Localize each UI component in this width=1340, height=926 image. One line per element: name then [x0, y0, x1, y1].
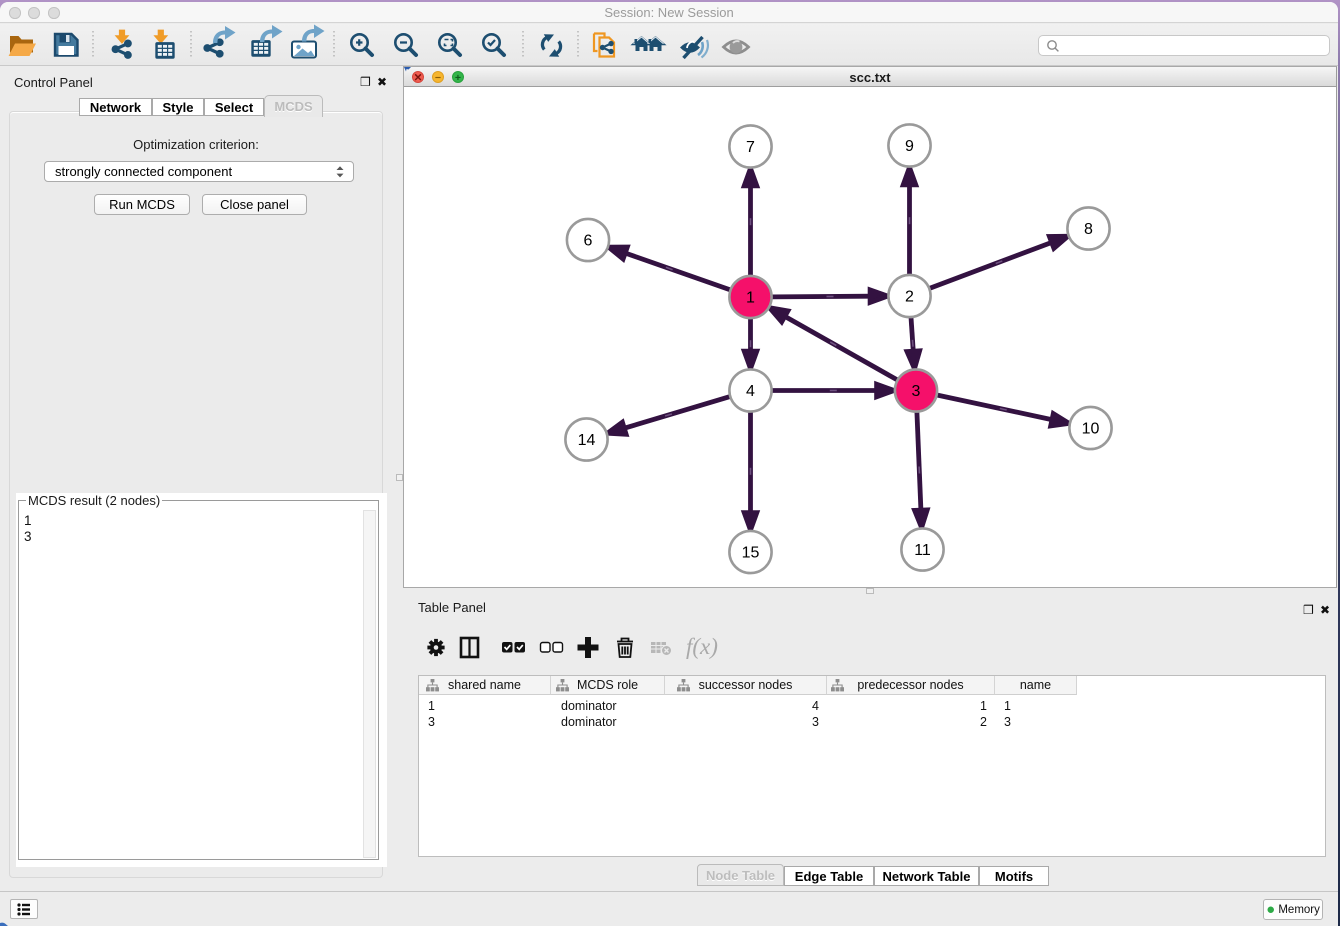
svg-text:1: 1 [746, 290, 755, 307]
svg-text:9: 9 [905, 138, 914, 155]
svg-text:6: 6 [584, 233, 593, 250]
svg-text:15: 15 [742, 545, 760, 562]
svg-text:7: 7 [746, 139, 755, 156]
svg-text:4: 4 [746, 383, 755, 400]
svg-text:2: 2 [905, 289, 914, 306]
svg-text:10: 10 [1082, 421, 1100, 438]
svg-text:3: 3 [912, 383, 921, 400]
svg-text:f(x): f(x) [686, 634, 718, 659]
svg-text:8: 8 [1084, 221, 1093, 238]
svg-text:11: 11 [914, 542, 931, 559]
svg-text:14: 14 [578, 432, 596, 449]
